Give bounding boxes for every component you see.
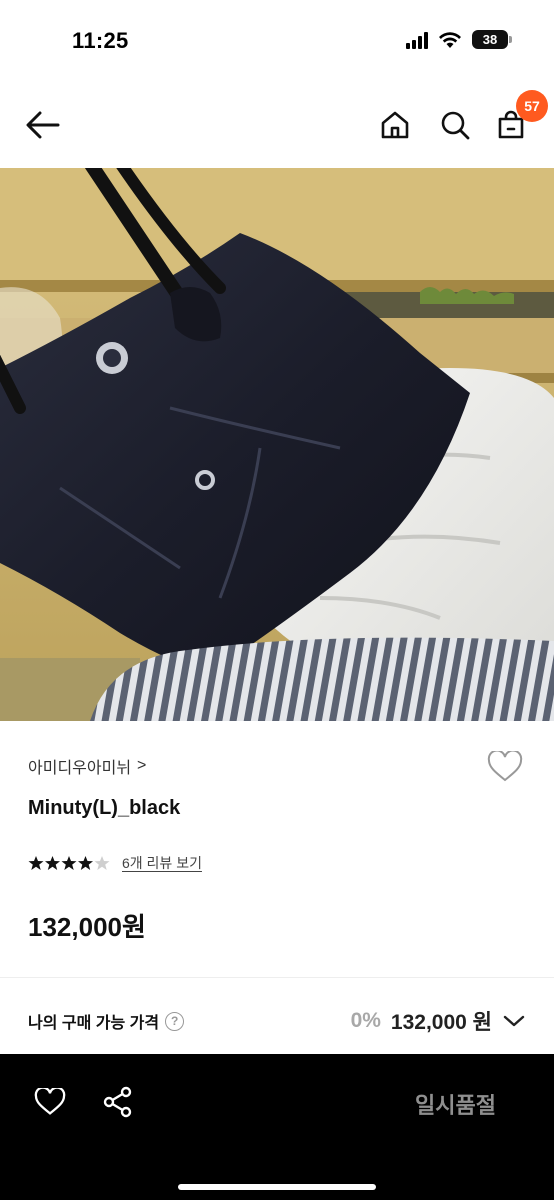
wifi-icon [439,31,461,48]
wishlist-button[interactable] [486,748,524,786]
heart-icon [487,751,523,782]
star-icon [61,856,77,870]
search-icon [441,111,470,140]
my-price-label: 나의 구매 가능 가격 [28,1015,160,1032]
battery-icon: 38 [472,30,512,49]
rating-row: 6개 리뷰 보기 [28,853,202,873]
brand-name: 아미디우아미뉘 [28,760,132,777]
chevron-right-icon: > [137,757,147,774]
my-price-value: 132,000 원 [390,1011,492,1034]
home-button[interactable] [374,104,416,146]
search-button[interactable] [434,104,476,146]
status-bar: 11:25 38 [0,0,554,82]
product-price: 132,000원 [28,912,146,942]
bottom-wishlist-button[interactable] [32,1084,68,1120]
home-indicator [178,1184,376,1190]
my-price-row[interactable]: 나의 구매 가능 가격 ? 0% 132,000 원 [0,978,554,1054]
brand-link[interactable]: 아미디우아미뉘 > [28,754,146,778]
arrow-left-icon [26,111,60,139]
cart-button[interactable]: 57 [490,90,548,146]
star-icon [28,856,44,870]
share-button[interactable] [100,1084,136,1120]
back-button[interactable] [22,104,64,146]
top-nav-bar: 57 [0,82,554,168]
battery-level: 38 [482,32,498,47]
my-price-label-group: 나의 구매 가능 가격 ? [28,1009,185,1033]
cellular-signal-icon [406,31,428,49]
star-empty-icon [94,856,110,870]
help-icon[interactable]: ? [165,1011,185,1031]
cart-count-badge: 57 [516,90,548,122]
home-icon [381,111,409,139]
discount-rate: 0% [350,1009,381,1032]
my-price-value-group: 0% 132,000 원 [351,1006,526,1036]
product-photo [0,168,554,721]
review-link[interactable]: 6개 리뷰 보기 [122,853,202,873]
status-indicators: 38 [406,30,512,49]
status-time: 11:25 [72,28,129,53]
chevron-down-icon [503,1015,525,1027]
star-icon [45,856,60,870]
heart-icon [34,1088,66,1115]
soldout-button[interactable]: 일시품절 [415,1088,496,1120]
bottom-action-bar: 일시품절 [0,1054,554,1200]
rating-stars [28,856,110,870]
star-icon [78,856,93,870]
product-image[interactable] [0,168,554,721]
product-name: Minuty(L)_black [28,797,181,819]
share-icon [103,1086,132,1118]
